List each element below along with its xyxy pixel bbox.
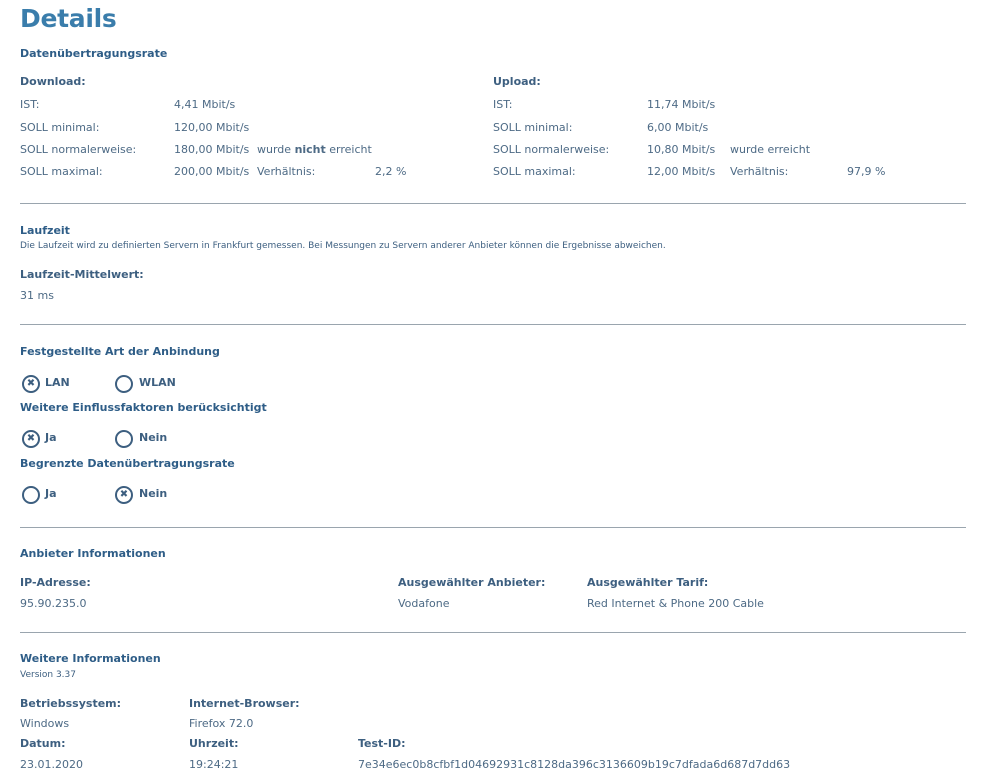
download-norm-status: wurde nicht erreicht bbox=[257, 143, 372, 156]
connection-heading: Festgestellte Art der Anbindung bbox=[20, 345, 220, 358]
provider-label: Ausgewählter Anbieter: bbox=[398, 576, 546, 589]
latency-note: Die Laufzeit wird zu definierten Servern… bbox=[20, 241, 666, 251]
divider bbox=[20, 527, 966, 528]
browser-value: Firefox 72.0 bbox=[189, 717, 254, 730]
radio-factors-ja[interactable]: ✖ bbox=[22, 430, 40, 448]
download-ratio-label: Verhältnis: bbox=[257, 165, 316, 178]
x-mark-icon: ✖ bbox=[26, 433, 36, 444]
upload-norm-label: SOLL normalerweise: bbox=[493, 143, 610, 156]
browser-label: Internet-Browser: bbox=[189, 697, 300, 710]
limited-heading: Begrenzte Datenübertragungsrate bbox=[20, 457, 235, 470]
more-heading: Weitere Informationen bbox=[20, 652, 161, 665]
upload-ist-label: IST: bbox=[493, 98, 513, 111]
latency-mean-value: 31 ms bbox=[20, 289, 54, 302]
latency-mean-label: Laufzeit-Mittelwert: bbox=[20, 268, 144, 281]
date-label: Datum: bbox=[20, 737, 66, 750]
upload-max-value: 12,00 Mbit/s bbox=[647, 165, 716, 178]
download-max-value: 200,00 Mbit/s bbox=[174, 165, 250, 178]
provider-heading: Anbieter Informationen bbox=[20, 547, 166, 560]
upload-norm-value: 10,80 Mbit/s bbox=[647, 143, 716, 156]
tariff-label: Ausgewählter Tarif: bbox=[587, 576, 709, 589]
download-norm-status-pre: wurde bbox=[257, 143, 292, 156]
factors-heading: Weitere Einflussfaktoren berücksichtigt bbox=[20, 401, 267, 414]
radio-lan[interactable]: ✖ bbox=[22, 375, 40, 393]
upload-ratio-value: 97,9 % bbox=[847, 165, 886, 178]
os-label: Betriebssystem: bbox=[20, 697, 122, 710]
radio-wlan[interactable] bbox=[115, 375, 133, 393]
rate-heading: Datenübertragungsrate bbox=[20, 47, 168, 60]
download-norm-label: SOLL normalerweise: bbox=[20, 143, 137, 156]
os-value: Windows bbox=[20, 717, 70, 730]
page-title: Details bbox=[20, 4, 117, 33]
download-norm-status-post: erreicht bbox=[329, 143, 372, 156]
download-norm-status-em: nicht bbox=[294, 143, 326, 156]
ip-label: IP-Adresse: bbox=[20, 576, 91, 589]
download-ist-value: 4,41 Mbit/s bbox=[174, 98, 236, 111]
time-label: Uhrzeit: bbox=[189, 737, 239, 750]
divider bbox=[20, 324, 966, 325]
testid-label: Test-ID: bbox=[358, 737, 406, 750]
upload-min-label: SOLL minimal: bbox=[493, 121, 573, 134]
download-min-label: SOLL minimal: bbox=[20, 121, 100, 134]
download-title: Download: bbox=[20, 75, 86, 88]
testid-value: 7e34e6ec0b8cfbf1d04692931c8128da396c3136… bbox=[358, 758, 791, 771]
latency-heading: Laufzeit bbox=[20, 224, 70, 237]
radio-lan-label: LAN bbox=[45, 376, 70, 389]
tariff-value: Red Internet & Phone 200 Cable bbox=[587, 597, 764, 610]
x-mark-icon: ✖ bbox=[119, 489, 129, 500]
radio-limited-nein[interactable]: ✖ bbox=[115, 486, 133, 504]
download-min-value: 120,00 Mbit/s bbox=[174, 121, 250, 134]
upload-ratio-label: Verhältnis: bbox=[730, 165, 789, 178]
radio-factors-nein[interactable] bbox=[115, 430, 133, 448]
upload-max-label: SOLL maximal: bbox=[493, 165, 576, 178]
divider bbox=[20, 632, 966, 633]
radio-factors-ja-label: Ja bbox=[45, 431, 57, 444]
divider bbox=[20, 203, 966, 204]
date-value: 23.01.2020 bbox=[20, 758, 83, 771]
download-norm-value: 180,00 Mbit/s bbox=[174, 143, 250, 156]
x-mark-icon: ✖ bbox=[26, 378, 36, 389]
version-text: Version 3.37 bbox=[20, 670, 76, 680]
radio-wlan-label: WLAN bbox=[139, 376, 176, 389]
upload-ist-value: 11,74 Mbit/s bbox=[647, 98, 716, 111]
radio-limited-ja-label: Ja bbox=[45, 487, 57, 500]
upload-min-value: 6,00 Mbit/s bbox=[647, 121, 709, 134]
ip-value: 95.90.235.0 bbox=[20, 597, 87, 610]
radio-limited-ja[interactable] bbox=[22, 486, 40, 504]
upload-norm-status: wurde erreicht bbox=[730, 143, 811, 156]
provider-value: Vodafone bbox=[398, 597, 450, 610]
upload-title: Upload: bbox=[493, 75, 541, 88]
time-value: 19:24:21 bbox=[189, 758, 239, 771]
download-ratio-value: 2,2 % bbox=[375, 165, 407, 178]
radio-factors-nein-label: Nein bbox=[139, 431, 168, 444]
radio-limited-nein-label: Nein bbox=[139, 487, 168, 500]
download-ist-label: IST: bbox=[20, 98, 40, 111]
download-max-label: SOLL maximal: bbox=[20, 165, 103, 178]
